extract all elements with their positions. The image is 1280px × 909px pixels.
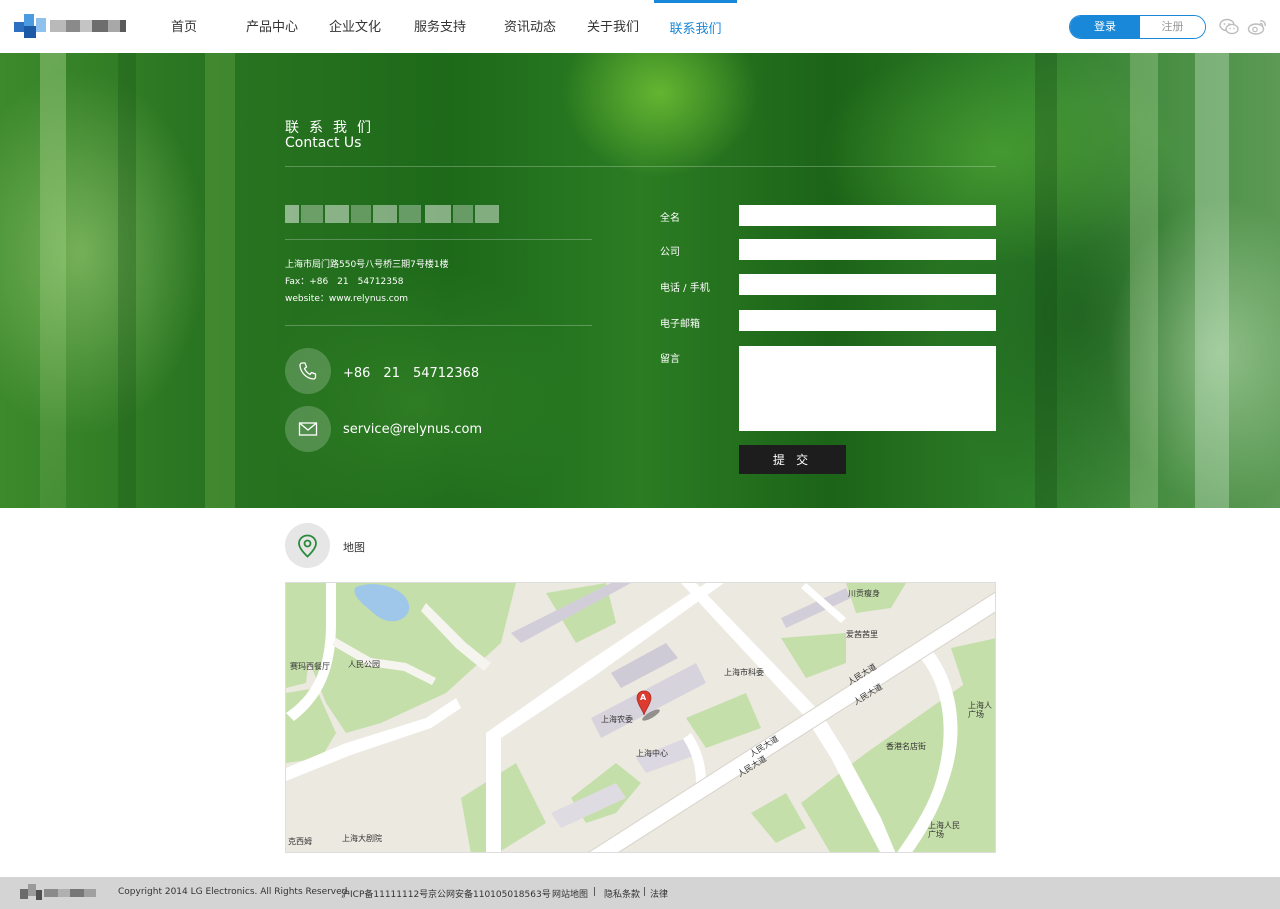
phone-input[interactable] bbox=[739, 274, 996, 295]
map-label: 克西姆 bbox=[288, 837, 312, 846]
background-streak bbox=[1130, 53, 1158, 508]
phone-number[interactable]: +86 21 54712368 bbox=[343, 362, 479, 381]
wechat-icon[interactable] bbox=[1219, 18, 1239, 36]
map-label: 上海大剧院 bbox=[342, 834, 382, 843]
phone-icon bbox=[299, 362, 317, 380]
map-label: 爱茜茜里 bbox=[846, 630, 878, 639]
map-label: 上海人民 广场 bbox=[928, 821, 960, 839]
map-title: 地图 bbox=[343, 541, 365, 554]
privacy-link[interactable]: 隐私条款 bbox=[604, 887, 640, 900]
nav-item-support[interactable]: 服务支持 bbox=[412, 0, 468, 53]
background-streak bbox=[1035, 53, 1057, 508]
phone-icon-badge bbox=[285, 348, 331, 394]
fullname-input[interactable] bbox=[739, 205, 996, 226]
map-canvas bbox=[286, 583, 995, 852]
nav-item-news[interactable]: 资讯动态 bbox=[502, 0, 558, 53]
background-streak bbox=[40, 53, 66, 508]
fullname-label: 全名 bbox=[660, 213, 680, 224]
map-label: 赛玛西餐厅 bbox=[290, 662, 330, 671]
register-button[interactable]: 注册 bbox=[1140, 16, 1205, 38]
page-subtitle: Contact Us bbox=[285, 135, 362, 151]
map-label: 上海人 广场 bbox=[968, 701, 992, 719]
map-pin-badge bbox=[285, 523, 330, 568]
map-label: 上海市科委 bbox=[724, 668, 764, 677]
nav-item-contact[interactable]: 联系我们 bbox=[654, 0, 737, 56]
email-icon-badge bbox=[285, 406, 331, 452]
email-address[interactable]: service@relynus.com bbox=[343, 422, 482, 437]
map-pin-icon bbox=[298, 534, 317, 558]
footer-separator: | bbox=[643, 887, 647, 897]
background-streak bbox=[118, 53, 136, 508]
copyright-text: Copyright 2014 LG Electronics. All Right… bbox=[118, 887, 351, 897]
email-input[interactable] bbox=[739, 310, 996, 331]
location-map[interactable]: A 川贡瘦身 爱茜茜里 赛玛西餐厅 人民公园 上海市科委 人民大道 人民大道 上… bbox=[285, 582, 996, 853]
footer-separator: | bbox=[593, 887, 597, 897]
site-logo[interactable] bbox=[14, 14, 126, 40]
map-label: 上海中心 bbox=[636, 749, 668, 758]
message-textarea[interactable] bbox=[739, 346, 996, 431]
company-name-pixelated bbox=[285, 205, 499, 223]
info-divider bbox=[285, 325, 592, 326]
footer-logo[interactable] bbox=[20, 884, 98, 902]
company-input[interactable] bbox=[739, 239, 996, 260]
contact-hero: 联系我们 Contact Us 上海市局门路550号八号桥三期7号楼1楼 Fax… bbox=[0, 53, 1280, 508]
auth-toggle: 登录 注册 bbox=[1069, 15, 1206, 39]
map-label: 川贡瘦身 bbox=[848, 589, 880, 598]
fax-text: Fax：+86 21 54712358 bbox=[285, 277, 404, 287]
website-text[interactable]: website：www.relynus.com bbox=[285, 291, 408, 304]
weibo-icon[interactable] bbox=[1247, 18, 1267, 36]
nav-item-about[interactable]: 关于我们 bbox=[585, 0, 641, 53]
icp-license[interactable]: 沪ICP备11111112号 bbox=[341, 887, 428, 900]
map-label: 人民公园 bbox=[348, 660, 380, 669]
sitemap-link[interactable]: 网站地图 bbox=[552, 887, 588, 900]
message-label: 留言 bbox=[660, 354, 680, 365]
hero-divider bbox=[285, 166, 996, 167]
site-header: 首页 产品中心 企业文化 服务支持 资讯动态 关于我们 联系我们 登录 注册 bbox=[0, 0, 1280, 54]
police-record[interactable]: 京公网安备110105018563号 bbox=[428, 887, 551, 900]
address-text: 上海市局门路550号八号桥三期7号楼1楼 bbox=[285, 260, 449, 270]
map-label: 香港名店街 bbox=[886, 742, 926, 751]
site-footer: Copyright 2014 LG Electronics. All Right… bbox=[0, 877, 1280, 909]
nav-item-home[interactable]: 首页 bbox=[166, 0, 202, 53]
mail-icon bbox=[298, 422, 318, 436]
email-label: 电子邮箱 bbox=[660, 319, 700, 330]
company-label: 公司 bbox=[660, 247, 680, 258]
nav-item-culture[interactable]: 企业文化 bbox=[327, 0, 383, 53]
background-streak bbox=[1195, 53, 1229, 508]
map-marker-letter[interactable]: A bbox=[640, 693, 646, 702]
submit-button[interactable]: 提 交 bbox=[739, 445, 846, 474]
background-streak bbox=[205, 53, 235, 508]
page-title: 联系我们 bbox=[285, 120, 381, 136]
legal-link[interactable]: 法律 bbox=[650, 887, 668, 900]
login-button[interactable]: 登录 bbox=[1070, 16, 1140, 38]
phone-label: 电话 / 手机 bbox=[660, 283, 710, 294]
nav-item-products[interactable]: 产品中心 bbox=[244, 0, 300, 53]
map-label: 上海农委 bbox=[601, 715, 633, 724]
info-divider bbox=[285, 239, 592, 240]
